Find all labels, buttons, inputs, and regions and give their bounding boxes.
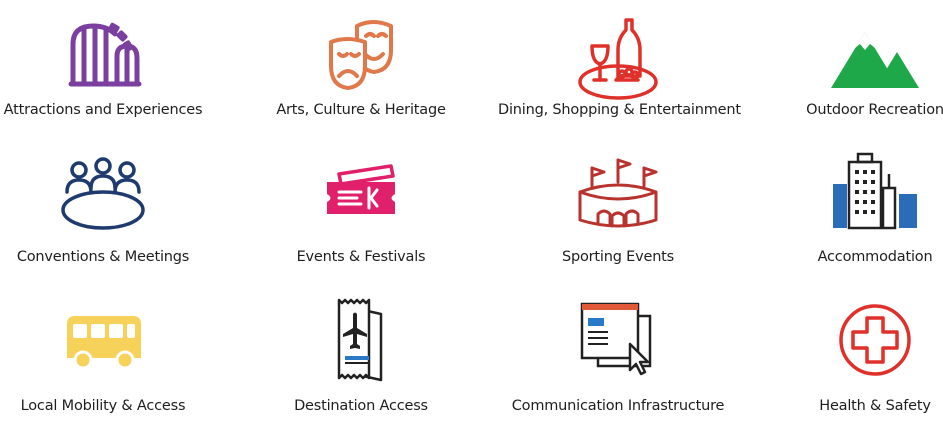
theatre-masks-icon [311, 14, 411, 104]
wine-and-dinner-icon [568, 14, 668, 104]
category-label: Arts, Culture & Heritage [276, 102, 446, 118]
category-local-mobility[interactable]: Local Mobility & Access [0, 296, 223, 426]
category-label: Sporting Events [561, 249, 675, 265]
category-attractions[interactable]: Attractions and Experiences [0, 14, 223, 144]
category-label: Accommodation [817, 249, 933, 265]
category-label: Events & Festivals [296, 249, 426, 265]
category-conventions-meetings[interactable]: Conventions & Meetings [0, 148, 223, 278]
mountains-icon [825, 14, 925, 104]
browser-window-icon [568, 296, 668, 386]
category-destination-access[interactable]: Destination Access [241, 296, 481, 426]
category-label: Health & Safety [819, 398, 931, 414]
category-communication-infrastructure[interactable]: Communication Infrastructure [498, 296, 738, 426]
first-aid-cross-icon [825, 296, 925, 386]
roller-coaster-icon [53, 14, 153, 104]
ticket-icon [311, 148, 411, 238]
category-label: Attractions and Experiences [3, 102, 203, 118]
category-health-safety[interactable]: Health & Safety [755, 296, 943, 426]
meeting-table-icon [53, 148, 153, 238]
category-arts-culture[interactable]: Arts, Culture & Heritage [241, 14, 481, 144]
buildings-icon [825, 148, 925, 238]
category-label: Communication Infrastructure [511, 398, 725, 414]
category-dining-shopping[interactable]: Dining, Shopping & Entertainment [498, 14, 741, 144]
category-outdoor-recreation[interactable]: Outdoor Recreation [755, 14, 943, 144]
category-label: Outdoor Recreation [806, 102, 943, 118]
category-label: Destination Access [294, 398, 428, 414]
bus-icon [53, 296, 153, 386]
category-sporting-events[interactable]: Sporting Events [498, 148, 738, 278]
category-events-festivals[interactable]: Events & Festivals [241, 148, 481, 278]
category-label: Local Mobility & Access [20, 398, 186, 414]
boarding-pass-icon [311, 296, 411, 386]
category-label: Dining, Shopping & Entertainment [498, 102, 741, 118]
category-accommodation[interactable]: Accommodation [755, 148, 943, 278]
category-label: Conventions & Meetings [16, 249, 190, 265]
stadium-icon [568, 148, 668, 238]
